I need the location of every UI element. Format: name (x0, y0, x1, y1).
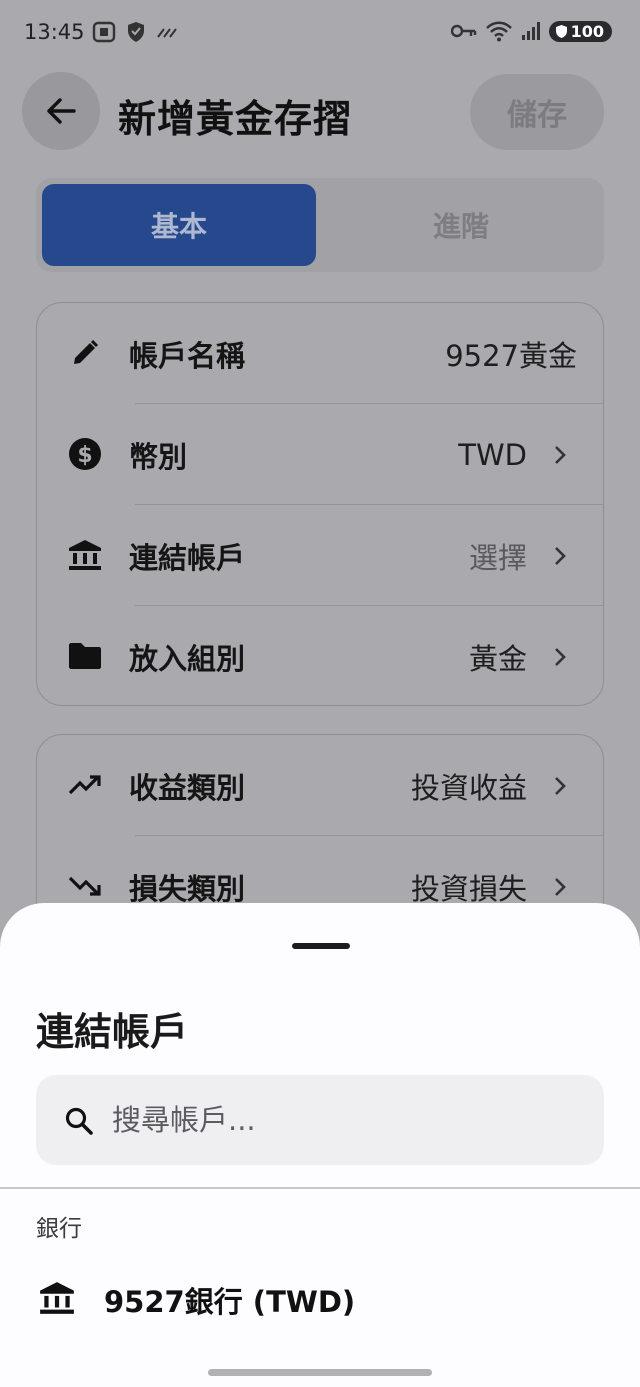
wifi-icon (485, 21, 512, 42)
status-icons-left (92, 21, 178, 43)
page-title: 新增黃金存摺 (118, 97, 353, 141)
trending-up-icon (67, 767, 103, 803)
arrow-left-icon (47, 98, 76, 124)
row-label: 帳戶名稱 (129, 338, 246, 373)
row-value: 選擇 (468, 540, 527, 575)
chevron-right-icon (555, 777, 566, 795)
bank-icon (67, 537, 103, 573)
row-label: 放入組別 (129, 641, 246, 676)
row-value: TWD (458, 437, 527, 472)
battery-shield-icon (555, 24, 567, 38)
status-bar: 13:45 100 (0, 0, 640, 68)
tab-advanced[interactable]: 進階 (324, 184, 598, 266)
pencil-icon (67, 335, 103, 371)
bank-icon (40, 1282, 74, 1314)
settings-card-basic: 帳戶名稱 9527黃金 $ 幣別 TWD 連結帳戶 選擇 放入組別 黃金 (36, 302, 604, 706)
account-item[interactable]: 9527銀行 (TWD) (0, 1263, 640, 1337)
trending-down-icon (67, 868, 103, 904)
currency-row[interactable]: $ 幣別 TWD (37, 404, 603, 505)
app-header: 新增黃金存摺 儲存 (0, 72, 640, 152)
account-name: 9527銀行 (TWD) (104, 1285, 356, 1319)
tab-basic[interactable]: 基本 (42, 184, 316, 266)
folder-icon (67, 638, 103, 674)
svg-text:$: $ (77, 443, 92, 468)
search-input[interactable] (112, 1095, 582, 1145)
income-category-row[interactable]: 收益類別 投資收益 (37, 735, 603, 836)
divider (0, 1187, 640, 1189)
account-name-row[interactable]: 帳戶名稱 9527黃金 (37, 303, 603, 404)
chevron-right-icon (555, 446, 566, 464)
row-label: 連結帳戶 (129, 540, 246, 575)
status-time: 13:45 (24, 20, 85, 44)
battery-level: 100 (570, 21, 604, 41)
chevron-right-icon (555, 648, 566, 666)
screenshot-icon (92, 21, 116, 43)
group-row[interactable]: 放入組別 黃金 (37, 606, 603, 705)
row-label: 損失類別 (129, 871, 246, 906)
row-value: 投資收益 (410, 770, 527, 805)
key-icon (450, 24, 476, 38)
row-value: 黃金 (468, 641, 527, 676)
shield-icon (128, 22, 144, 42)
row-value: 投資損失 (410, 871, 527, 906)
row-value: 9527黃金 (445, 338, 577, 373)
data-saver-icon (157, 28, 177, 38)
status-icons-right: 100 (450, 20, 612, 42)
save-button[interactable]: 儲存 (470, 74, 604, 150)
sheet-drag-handle[interactable] (292, 943, 350, 949)
linked-account-sheet: 連結帳戶 銀行 9527銀行 (TWD) (0, 903, 640, 1387)
row-label: 收益類別 (129, 770, 246, 805)
chevron-right-icon (555, 878, 566, 896)
sheet-title: 連結帳戶 (36, 1010, 189, 1054)
signal-icon (521, 22, 540, 40)
battery-indicator: 100 (548, 20, 612, 42)
chevron-right-icon (555, 547, 566, 565)
section-label-bank: 銀行 (36, 1216, 82, 1242)
tab-bar: 基本 進階 (36, 178, 604, 272)
dollar-icon: $ (67, 436, 103, 472)
search-box[interactable] (36, 1075, 604, 1165)
home-indicator[interactable] (208, 1369, 432, 1376)
linked-account-row[interactable]: 連結帳戶 選擇 (37, 505, 603, 606)
back-button[interactable] (22, 72, 100, 150)
row-label: 幣別 (129, 439, 188, 474)
search-icon (65, 1107, 93, 1135)
